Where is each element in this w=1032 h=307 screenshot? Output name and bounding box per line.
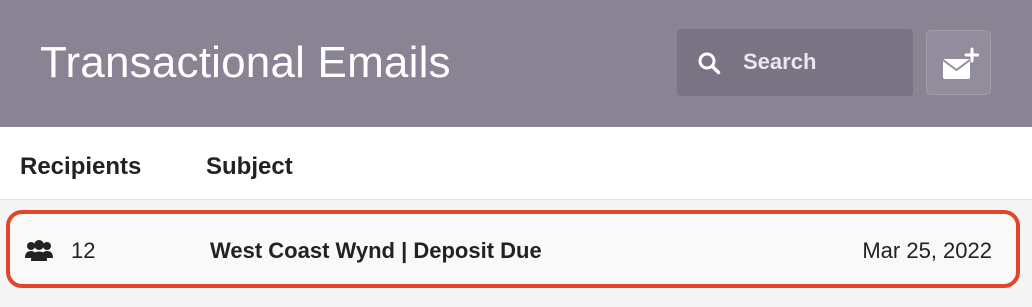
search-box[interactable] — [677, 29, 913, 96]
table-row[interactable]: 12 West Coast Wynd | Deposit Due Mar 25,… — [6, 210, 1020, 288]
users-icon — [25, 240, 53, 262]
email-date: Mar 25, 2022 — [862, 238, 992, 263]
search-input[interactable] — [743, 47, 903, 77]
recipient-count: 12 — [71, 238, 96, 263]
page-header: Transactional Emails — [0, 0, 1032, 127]
search-icon — [697, 51, 721, 75]
page-title: Transactional Emails — [40, 38, 451, 87]
transactional-emails-page: Transactional Emails Recipients S — [0, 0, 1032, 307]
compose-email-button[interactable] — [926, 30, 991, 95]
envelope-plus-icon — [941, 47, 980, 81]
column-header-subject[interactable]: Subject — [206, 153, 293, 181]
email-subject: West Coast Wynd | Deposit Due — [210, 238, 542, 263]
column-header-recipients[interactable]: Recipients — [20, 153, 141, 181]
